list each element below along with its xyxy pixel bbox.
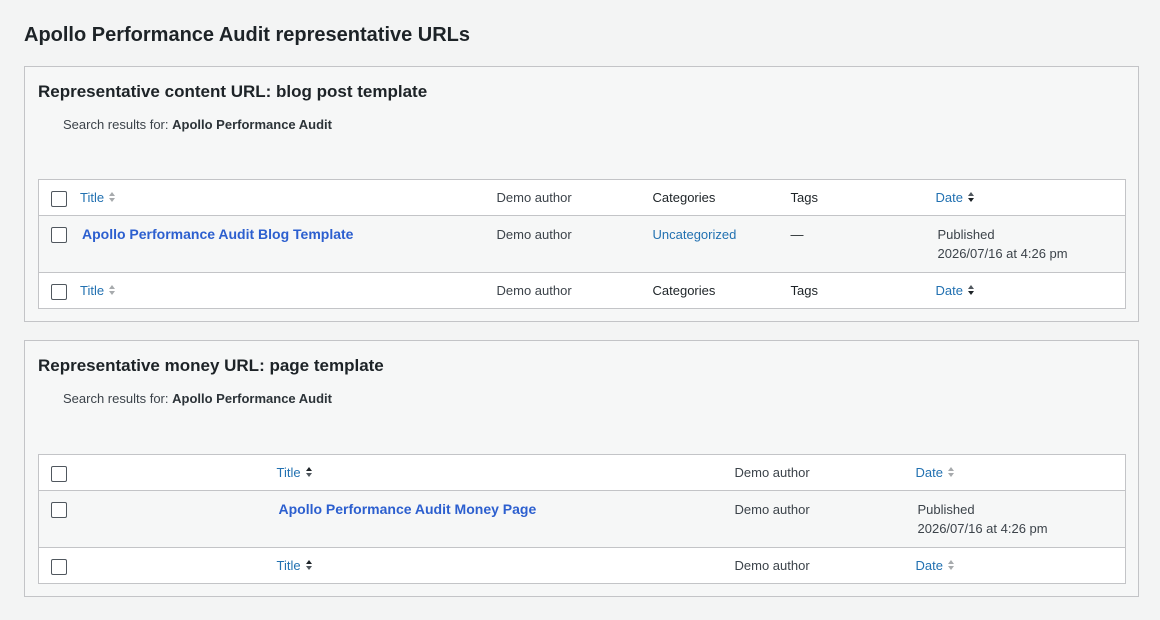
- post-title-link[interactable]: Apollo Performance Audit Blog Template: [82, 226, 353, 242]
- sort-desc-icon: [305, 559, 313, 571]
- page-title-link[interactable]: Apollo Performance Audit Money Page: [279, 501, 537, 517]
- table-row: Apollo Performance Audit Blog Template D…: [38, 215, 1126, 273]
- row-date: 2026/07/16 at 4:26 pm: [917, 521, 1048, 536]
- sort-arrows-icon: [947, 559, 955, 571]
- select-all-checkbox-footer[interactable]: [51, 284, 67, 300]
- column-title-sort-footer[interactable]: Title: [80, 283, 116, 298]
- section-blog-post: Representative content URL: blog post te…: [24, 66, 1139, 322]
- column-title-sort[interactable]: Title: [80, 190, 116, 205]
- column-author-footer: Demo author: [496, 283, 572, 298]
- column-date-sort-footer[interactable]: Date: [916, 558, 955, 573]
- sort-arrows-icon: [108, 191, 116, 203]
- search-results-line: Search results for: Apollo Performance A…: [63, 117, 332, 132]
- column-author: Demo author: [496, 190, 572, 205]
- row-author: Demo author: [734, 502, 810, 517]
- sort-desc-icon: [967, 284, 975, 296]
- search-term: Apollo Performance Audit: [172, 117, 332, 132]
- column-title-sort[interactable]: Title: [277, 465, 313, 480]
- table-footer: Title Demo author Date: [38, 547, 1126, 584]
- column-categories: Categories: [652, 190, 716, 205]
- select-all-checkbox[interactable]: [51, 466, 67, 482]
- sort-arrows-icon: [947, 466, 955, 478]
- table-row: Apollo Performance Audit Money Page Demo…: [38, 490, 1126, 548]
- row-date: 2026/07/16 at 4:26 pm: [937, 246, 1068, 261]
- search-results-line: Search results for: Apollo Performance A…: [63, 391, 332, 406]
- table-header: Title Demo author Date: [38, 455, 1126, 491]
- posts-table: Title Demo author Categories Tags Date A…: [38, 179, 1126, 309]
- row-status: Published: [917, 502, 975, 517]
- section-title: Representative content URL: blog post te…: [38, 82, 428, 101]
- column-tags-footer: Tags: [790, 283, 818, 298]
- table-footer: Title Demo author Categories Tags Date: [38, 272, 1126, 309]
- column-categories-footer: Categories: [652, 283, 716, 298]
- search-term: Apollo Performance Audit: [172, 391, 332, 406]
- row-checkbox[interactable]: [51, 502, 67, 518]
- row-status: Published: [937, 227, 995, 242]
- column-date-sort[interactable]: Date: [916, 465, 955, 480]
- section-title: Representative money URL: page template: [38, 356, 384, 375]
- sort-arrows-icon: [108, 284, 116, 296]
- row-tags: —: [790, 227, 804, 242]
- sort-desc-icon: [967, 191, 975, 203]
- page-title: Apollo Performance Audit representative …: [24, 24, 471, 46]
- row-checkbox[interactable]: [51, 227, 67, 243]
- select-all-checkbox[interactable]: [51, 191, 67, 207]
- pages-table: Title Demo author Date Apollo Performanc…: [38, 454, 1126, 584]
- section-money-page: Representative money URL: page template …: [24, 340, 1139, 597]
- sort-desc-icon: [305, 466, 313, 478]
- column-author-footer: Demo author: [734, 558, 810, 573]
- select-all-checkbox-footer[interactable]: [51, 559, 67, 575]
- column-author: Demo author: [734, 465, 810, 480]
- column-date-sort-footer[interactable]: Date: [936, 283, 975, 298]
- row-author: Demo author: [496, 227, 572, 242]
- table-header: Title Demo author Categories Tags Date: [38, 180, 1126, 216]
- column-date-sort[interactable]: Date: [936, 190, 975, 205]
- column-title-sort-footer[interactable]: Title: [277, 558, 313, 573]
- column-tags: Tags: [790, 190, 818, 205]
- category-link[interactable]: Uncategorized: [653, 227, 737, 242]
